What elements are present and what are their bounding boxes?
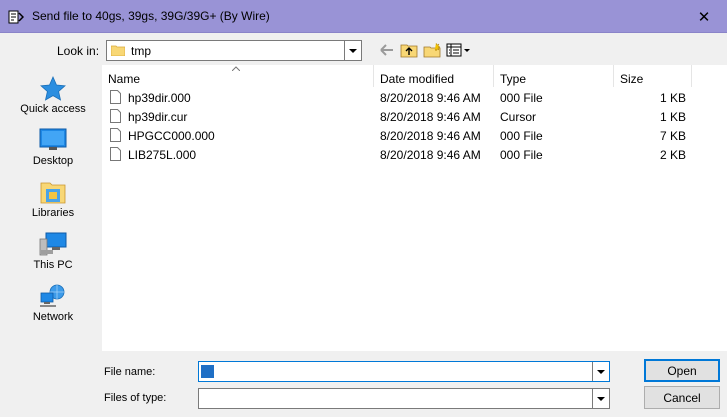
file-name-label: File name: xyxy=(104,366,156,378)
place-label: Libraries xyxy=(31,207,75,219)
file-icon xyxy=(110,109,121,123)
chevron-down-icon[interactable] xyxy=(344,41,361,60)
place-label: Desktop xyxy=(32,155,74,167)
chevron-down-icon[interactable] xyxy=(592,389,609,408)
file-name: HPGCC000.000 xyxy=(128,129,215,143)
open-button[interactable]: Open xyxy=(644,359,720,382)
table-row[interactable]: hp39dir.cur 8/20/2018 9:46 AM Cursor 1 K… xyxy=(102,107,727,126)
window-title: Send file to 40gs, 39gs, 39G/39G+ (By Wi… xyxy=(32,9,270,23)
file-size: 2 KB xyxy=(659,148,686,162)
place-quick-access[interactable]: Quick access xyxy=(10,75,96,115)
file-date: 8/20/2018 9:46 AM xyxy=(380,129,481,143)
file-type-label: Files of type: xyxy=(104,392,167,404)
place-this-pc[interactable]: This PC xyxy=(10,231,96,271)
computer-icon xyxy=(39,232,67,256)
place-label: This PC xyxy=(33,259,73,271)
file-type: Cursor xyxy=(500,110,537,124)
table-row[interactable]: HPGCC000.000 8/20/2018 9:46 AM 000 File … xyxy=(102,126,727,145)
network-icon xyxy=(40,284,65,307)
column-header-date[interactable]: Date modified xyxy=(374,65,494,87)
place-desktop[interactable]: Desktop xyxy=(10,127,96,167)
close-icon: ✕ xyxy=(697,8,711,26)
look-in-combo[interactable]: tmp xyxy=(106,40,362,61)
file-type: 000 File xyxy=(500,91,543,105)
new-folder-icon[interactable] xyxy=(423,42,441,58)
table-row[interactable]: hp39dir.000 8/20/2018 9:46 AM 000 File 1… xyxy=(102,88,727,107)
file-type: 000 File xyxy=(500,129,543,143)
table-row[interactable]: LIB275L.000 8/20/2018 9:46 AM 000 File 2… xyxy=(102,145,727,164)
look-in-value: tmp xyxy=(131,44,152,58)
chevron-down-icon[interactable] xyxy=(592,362,609,381)
file-name: hp39dir.000 xyxy=(128,91,191,105)
up-folder-icon[interactable] xyxy=(400,42,418,58)
cancel-button[interactable]: Cancel xyxy=(644,386,720,409)
text-cursor-icon xyxy=(201,365,214,378)
column-header-size[interactable]: Size xyxy=(614,65,692,87)
close-button[interactable]: ✕ xyxy=(681,0,727,33)
file-size: 1 KB xyxy=(659,110,686,124)
libraries-icon xyxy=(40,182,66,204)
file-icon xyxy=(110,128,121,142)
place-label: Quick access xyxy=(20,103,86,115)
title-bar: Send file to 40gs, 39gs, 39G/39G+ (By Wi… xyxy=(0,0,727,33)
file-name-input[interactable] xyxy=(198,361,610,382)
column-header-name[interactable]: Name xyxy=(102,65,374,87)
column-header-type[interactable]: Type xyxy=(494,65,614,87)
place-network[interactable]: Network xyxy=(10,283,96,323)
file-list[interactable]: Name Date modified Type Size hp39dir.000… xyxy=(102,65,727,351)
file-icon xyxy=(110,90,121,104)
file-size: 7 KB xyxy=(659,129,686,143)
app-icon xyxy=(8,10,24,24)
folder-icon xyxy=(111,45,125,56)
desktop-icon xyxy=(39,128,67,150)
file-type-select[interactable] xyxy=(198,388,610,409)
file-type: 000 File xyxy=(500,148,543,162)
file-name: LIB275L.000 xyxy=(128,148,197,162)
places-bar: Quick access Desktop Libraries This PC N… xyxy=(10,65,96,350)
open-file-dialog: Look in: tmp Quick access Desktop Librar… xyxy=(0,33,727,417)
star-icon xyxy=(40,76,66,101)
file-name: hp39dir.cur xyxy=(128,110,188,124)
file-icon xyxy=(110,147,121,161)
file-date: 8/20/2018 9:46 AM xyxy=(380,148,481,162)
file-size: 1 KB xyxy=(659,91,686,105)
file-date: 8/20/2018 9:46 AM xyxy=(380,110,481,124)
view-menu-icon[interactable] xyxy=(446,42,472,58)
file-date: 8/20/2018 9:46 AM xyxy=(380,91,481,105)
back-arrow-icon[interactable] xyxy=(378,42,396,58)
place-label: Network xyxy=(32,311,74,323)
look-in-label: Look in: xyxy=(57,44,100,58)
sort-ascending-icon xyxy=(232,66,240,71)
place-libraries[interactable]: Libraries xyxy=(10,179,96,219)
